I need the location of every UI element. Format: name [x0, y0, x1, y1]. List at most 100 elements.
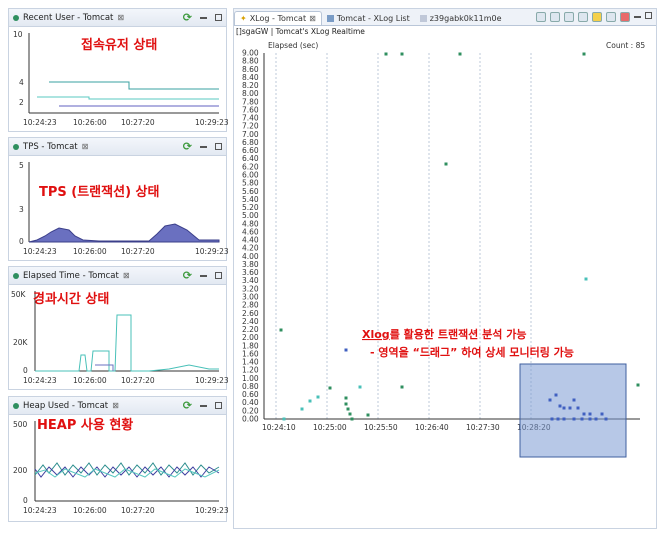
warning-icon[interactable] — [592, 12, 602, 22]
tab-xlog[interactable]: ✦ XLog - Tomcat ⊠ — [234, 11, 322, 25]
close-icon[interactable]: ⊠ — [123, 271, 130, 280]
maximize-icon[interactable] — [215, 14, 222, 21]
refresh-icon[interactable]: ⟳ — [183, 141, 192, 152]
xlog-point[interactable] — [558, 404, 562, 408]
panel-header[interactable]: Recent User - Tomcat ⊠ ⟳ — [9, 9, 226, 27]
xlog-point[interactable] — [548, 398, 552, 402]
xlog-point[interactable] — [384, 52, 388, 56]
xlog-point[interactable] — [588, 417, 592, 421]
xlog-point[interactable] — [344, 348, 348, 352]
overlay-label: HEAP 사용 현황 — [37, 417, 133, 433]
xlog-point[interactable] — [562, 417, 566, 421]
xlog-point[interactable] — [344, 396, 348, 400]
xlog-point[interactable] — [300, 407, 304, 411]
close-icon[interactable]: ⊠ — [82, 142, 89, 151]
xlog-scatter-chart[interactable]: Elapsed (sec) Count : 85 9.008.808.608.4… — [234, 38, 658, 528]
xlog-point[interactable] — [358, 385, 362, 389]
x-tick: 10:27:20 — [121, 506, 155, 515]
xlog-point[interactable] — [604, 417, 608, 421]
y-tick: 0 — [23, 496, 28, 505]
grid — [275, 53, 532, 419]
xlog-point[interactable] — [308, 399, 312, 403]
close-icon[interactable]: ⊠ — [112, 401, 119, 410]
panel-header[interactable]: TPS - Tomcat ⊠ ⟳ — [9, 138, 226, 156]
tab-xlog-list[interactable]: Tomcat - XLog List — [322, 12, 415, 25]
x-tick: 10:27:30 — [466, 423, 500, 432]
xlog-point[interactable] — [458, 52, 462, 56]
panel-header[interactable]: Heap Used - Tomcat ⊠ ⟳ — [9, 397, 226, 415]
xlog-point[interactable] — [600, 412, 604, 416]
refresh-icon[interactable]: ⟳ — [183, 400, 192, 411]
tps-chart: 5 3 0 10:24:23 10:26:00 10:27:20 10:29:2… — [19, 161, 228, 256]
search-icon[interactable] — [606, 12, 616, 22]
panel-title: Elapsed Time - Tomcat — [23, 270, 119, 281]
maximize-icon[interactable] — [215, 143, 222, 150]
xlog-point[interactable] — [556, 417, 560, 421]
panel-header[interactable]: Elapsed Time - Tomcat ⊠ ⟳ — [9, 267, 226, 285]
xlog-point[interactable] — [400, 385, 404, 389]
filter-icon[interactable] — [564, 12, 574, 22]
xlog-point[interactable] — [444, 162, 448, 166]
xlog-point[interactable] — [282, 417, 286, 421]
xlog-panel: ✦ XLog - Tomcat ⊠ Tomcat - XLog List z39… — [233, 8, 657, 529]
tab-profile[interactable]: z39gabk0k11m0e — [415, 12, 507, 25]
xlog-point[interactable] — [588, 412, 592, 416]
xlog-point[interactable] — [582, 52, 586, 56]
xlog-point[interactable] — [594, 417, 598, 421]
xlog-point[interactable] — [562, 406, 566, 410]
xlog-point[interactable] — [344, 402, 348, 406]
status-icon — [13, 272, 19, 279]
settings-icon[interactable] — [578, 12, 588, 22]
y-tick: 4 — [19, 78, 24, 87]
xlog-point[interactable] — [572, 398, 576, 402]
close-icon[interactable]: ⊠ — [309, 14, 316, 23]
xlog-point[interactable] — [636, 383, 640, 387]
xlog-point[interactable] — [550, 417, 554, 421]
xlog-point[interactable] — [328, 386, 332, 390]
xlog-point[interactable] — [316, 395, 320, 399]
overlay-label: TPS (트랜잭션) 상태 — [39, 184, 159, 200]
panel-title: Recent User - Tomcat — [23, 12, 114, 23]
maximize-icon[interactable] — [215, 402, 222, 409]
tab-label: z39gabk0k11m0e — [429, 14, 502, 23]
minimize-icon[interactable] — [634, 16, 641, 18]
tps-panel: TPS - Tomcat ⊠ ⟳ 5 3 0 10:24:23 10:26:00… — [8, 137, 228, 261]
x-tick: 10:29:23 — [195, 118, 228, 127]
xlog-point[interactable] — [279, 328, 283, 332]
x-tick: 10:26:00 — [73, 118, 107, 127]
stop-icon[interactable] — [620, 12, 630, 22]
xlog-point[interactable] — [580, 417, 584, 421]
print-icon[interactable] — [550, 12, 560, 22]
minimize-icon[interactable] — [200, 404, 207, 407]
xlog-point[interactable] — [350, 417, 354, 421]
maximize-icon[interactable] — [215, 272, 222, 279]
xlog-icon: ✦ — [240, 14, 247, 23]
tab-bar: ✦ XLog - Tomcat ⊠ Tomcat - XLog List z39… — [234, 9, 656, 26]
minimize-icon[interactable] — [200, 145, 207, 148]
xlog-point[interactable] — [584, 277, 588, 281]
series-line — [37, 96, 219, 100]
x-tick: 10:24:10 — [262, 423, 296, 432]
minimize-icon[interactable] — [200, 274, 207, 277]
heap-chart: 500 200 0 10:24:23 10:26:00 10:27:20 10:… — [13, 417, 228, 515]
xlog-point[interactable] — [366, 413, 370, 417]
xlog-point[interactable] — [582, 412, 586, 416]
xlog-point[interactable] — [346, 407, 350, 411]
x-tick: 10:25:50 — [364, 423, 398, 432]
minimize-icon[interactable] — [200, 16, 207, 19]
x-tick: 10:29:23 — [195, 376, 228, 385]
close-icon[interactable]: ⊠ — [117, 13, 124, 22]
xlog-point[interactable] — [576, 406, 580, 410]
xlog-point[interactable] — [348, 412, 352, 416]
xlog-point[interactable] — [554, 393, 558, 397]
drag-selection-box[interactable] — [519, 363, 627, 458]
y-tick: 0.00 — [242, 415, 259, 424]
xlog-point[interactable] — [572, 417, 576, 421]
refresh-icon[interactable]: ⟳ — [183, 270, 192, 281]
xlog-point[interactable] — [568, 406, 572, 410]
overlay-label: 경과시간 상태 — [33, 291, 109, 307]
xlog-point[interactable] — [400, 52, 404, 56]
maximize-icon[interactable] — [645, 12, 652, 19]
zoom-icon[interactable] — [536, 12, 546, 22]
refresh-icon[interactable]: ⟳ — [183, 12, 192, 23]
